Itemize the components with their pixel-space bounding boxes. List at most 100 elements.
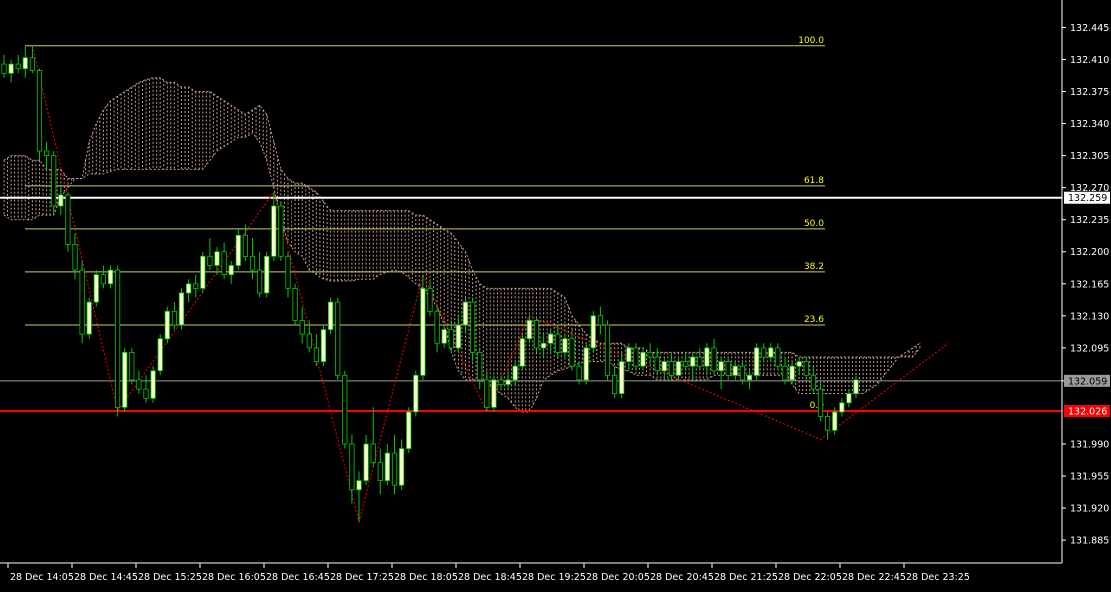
time-tick-label: 28 Dec 17:25 (330, 572, 394, 583)
candle (590, 311, 596, 353)
candle-body (8, 63, 14, 74)
candle (406, 407, 412, 454)
candle-body (79, 269, 85, 335)
candle-body (235, 234, 241, 266)
candle-body (150, 370, 156, 399)
candle (320, 324, 327, 367)
candle-body (832, 411, 838, 431)
price-tick-label: 131.990 (1070, 439, 1109, 450)
candle-body (548, 333, 554, 344)
candle-body (739, 365, 746, 381)
candle-body (619, 361, 625, 395)
candle-body (171, 310, 177, 326)
candle-body (754, 347, 760, 376)
candle-body (22, 57, 28, 70)
candle (754, 343, 760, 380)
candle-body (569, 338, 575, 367)
candle (519, 334, 525, 371)
price-marker-tag: 132.059 (1064, 374, 1110, 387)
candle-body (455, 324, 462, 349)
candle-body (193, 283, 199, 289)
candle-body (228, 265, 234, 276)
candle-body (271, 205, 277, 257)
candle-body (299, 319, 305, 335)
time-tick-label: 28 Dec 22:45 (842, 572, 906, 583)
candle-body (633, 347, 639, 367)
candle-body (541, 342, 547, 349)
candle (200, 251, 206, 293)
candle-body (129, 351, 135, 381)
price-chart: 100.061.850.038.223.60.0 132.445132.4101… (0, 0, 1111, 588)
candle-body (789, 365, 795, 381)
candle (604, 320, 611, 380)
candle-body (469, 301, 476, 353)
candle-body (583, 347, 589, 381)
candle (335, 297, 341, 380)
candle-body (58, 194, 64, 207)
candle-body (242, 234, 248, 257)
price-tick-label: 132.305 (1070, 151, 1109, 162)
fib-level-label: 100.0 (798, 36, 824, 46)
candle-body (377, 461, 383, 481)
price-marker-label: 132.026 (1068, 407, 1107, 418)
candle-body (100, 274, 106, 285)
candle-body (406, 411, 412, 449)
candle-body (704, 347, 710, 367)
candle-body (725, 361, 731, 376)
candle-body (761, 347, 767, 358)
candle (164, 306, 170, 344)
price-tick-label: 132.235 (1070, 215, 1109, 226)
candle-body (178, 292, 185, 326)
candle-body (683, 361, 689, 367)
price-marker-tag: 132.026 (1064, 405, 1110, 418)
price-tick-label: 132.130 (1070, 311, 1109, 322)
candle-body (214, 251, 220, 266)
candle-body (256, 269, 263, 294)
candle (413, 370, 419, 417)
time-tick-label: 28 Dec 22:05 (778, 572, 842, 583)
candle-body (782, 365, 788, 381)
candle (65, 192, 71, 252)
candle-body (810, 374, 817, 390)
time-tick-label: 28 Dec 16:05 (202, 572, 266, 583)
candle-body (51, 155, 57, 207)
candle (79, 260, 85, 344)
candle (278, 201, 284, 261)
chart-background (0, 0, 1111, 588)
candle-body (711, 347, 717, 372)
candle (235, 228, 241, 271)
price-marker-tag: 132.259 (1064, 191, 1110, 204)
candle-body (839, 402, 845, 413)
candle-body (313, 347, 320, 362)
candle (491, 375, 497, 412)
candle-body (597, 315, 604, 326)
candle (51, 151, 57, 216)
candle-body (413, 374, 419, 413)
candle-body (640, 351, 646, 367)
time-tick-label: 28 Dec 18:05 (394, 572, 458, 583)
candle-body (612, 374, 618, 394)
candle-body (363, 443, 369, 481)
candle-body (576, 365, 582, 381)
price-tick-label: 132.410 (1070, 55, 1109, 66)
candle-body (292, 287, 298, 321)
candle-body (768, 347, 774, 358)
candle-body (498, 379, 504, 385)
candle-body (356, 480, 362, 491)
price-tick-label: 132.340 (1070, 119, 1109, 130)
candle-body (462, 301, 469, 326)
candle-body (505, 379, 511, 385)
candle-body (668, 361, 675, 376)
candle-body (846, 393, 852, 404)
price-tick-label: 132.095 (1070, 343, 1109, 354)
candle-body (143, 388, 149, 399)
time-tick-label: 28 Dec 20:45 (650, 572, 714, 583)
price-marker-label: 132.259 (1068, 193, 1107, 204)
time-tick-label: 28 Dec 18:45 (458, 572, 522, 583)
time-tick-label: 28 Dec 14:05 (10, 572, 74, 583)
candle (115, 265, 121, 417)
candle-body (796, 361, 802, 367)
candle-body (384, 452, 391, 482)
price-tick-label: 131.955 (1070, 472, 1109, 483)
candle-body (441, 329, 447, 344)
